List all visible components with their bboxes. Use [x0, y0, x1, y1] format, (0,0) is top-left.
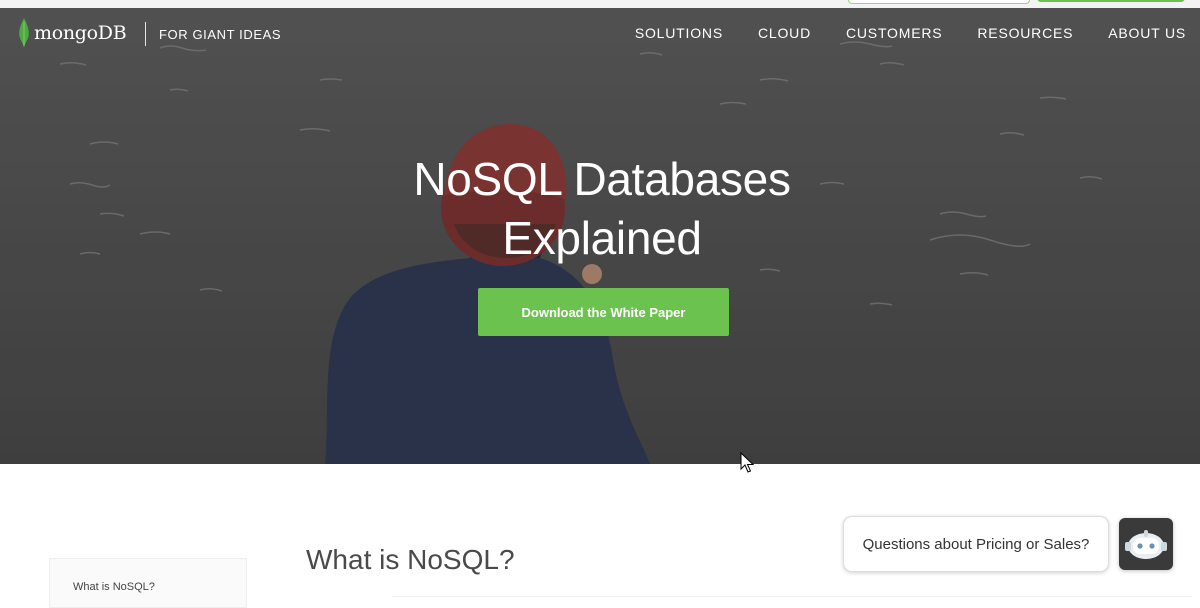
menu-item-cloud[interactable]: CLOUD [758, 25, 811, 41]
mongodb-leaf-icon [19, 18, 29, 48]
hero-title-line-1: NoSQL Databases [413, 153, 791, 205]
logo[interactable]: mongoDB [18, 18, 127, 48]
menu-item-customers[interactable]: CUSTOMERS [846, 25, 942, 41]
section-divider [392, 596, 1192, 597]
hero-title-line-2: Explained [502, 212, 702, 264]
top-green-button[interactable] [1037, 0, 1185, 2]
chat-prompt-bubble[interactable]: Questions about Pricing or Sales? [843, 516, 1109, 572]
menu-item-solutions[interactable]: SOLUTIONS [635, 25, 723, 41]
chat-bot-icon [1125, 530, 1167, 559]
mouse-cursor-icon [740, 452, 754, 473]
download-white-paper-button[interactable]: Download the White Paper [478, 288, 729, 336]
tagline: FOR GIANT IDEAS [159, 27, 282, 42]
hero-title: NoSQL Databases Explained [300, 150, 904, 268]
sidebar-item-what-is-nosql[interactable]: What is NoSQL? [73, 581, 155, 593]
logo-divider [145, 22, 146, 46]
top-outline-button[interactable] [848, 0, 1030, 4]
logo-text: mongoDB [34, 22, 127, 44]
main-menu: SOLUTIONS CLOUD CUSTOMERS RESOURCES ABOU… [600, 25, 1186, 41]
section-title: What is NoSQL? [306, 544, 515, 575]
top-strip [0, 0, 1200, 8]
menu-item-about-us[interactable]: ABOUT US [1108, 25, 1186, 41]
menu-item-resources[interactable]: RESOURCES [977, 25, 1073, 41]
chat-bot-button[interactable] [1119, 518, 1173, 570]
top-navigation: mongoDB FOR GIANT IDEAS SOLUTIONS CLOUD … [0, 8, 1200, 58]
